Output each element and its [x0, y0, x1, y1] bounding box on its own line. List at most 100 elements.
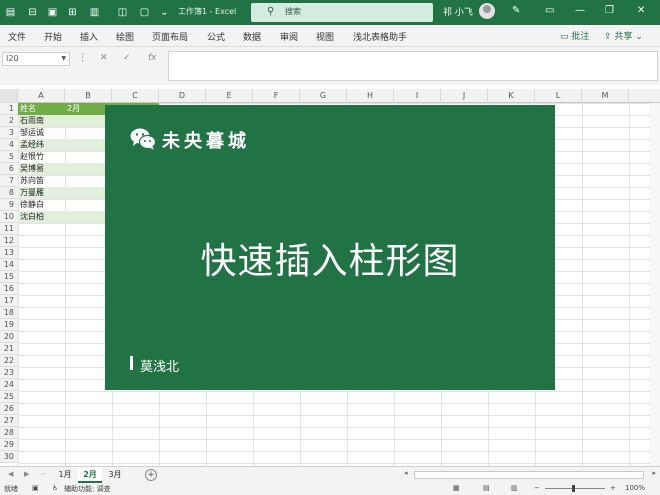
tab-addin[interactable]: 浅北表格助手 — [353, 30, 407, 43]
tab-file[interactable]: 文件 — [8, 30, 26, 43]
chevron-down-icon[interactable]: ▼ — [61, 53, 66, 65]
vertical-scrollbar[interactable] — [650, 103, 660, 466]
row-header-6[interactable]: 6 — [0, 163, 18, 175]
column-header-g[interactable]: G — [300, 89, 347, 103]
tab-home[interactable]: 开始 — [44, 30, 62, 43]
row-header-12[interactable]: 12 — [0, 235, 18, 247]
row-header-18[interactable]: 18 — [0, 307, 18, 319]
row-header-11[interactable]: 11 — [0, 223, 18, 235]
table-cell[interactable]: 孟经纬 — [18, 139, 65, 151]
column-header-c[interactable]: C — [112, 89, 159, 103]
row-header-25[interactable]: 25 — [0, 391, 18, 403]
row-header-9[interactable]: 9 — [0, 199, 18, 211]
table-cell[interactable]: 邹运诚 — [18, 127, 65, 139]
column-header-k[interactable]: K — [488, 89, 535, 103]
horizontal-scrollbar[interactable]: ◂ ▸ — [402, 469, 658, 480]
fx-icon[interactable]: fx — [148, 53, 157, 63]
row-header-26[interactable]: 26 — [0, 403, 18, 415]
tab-formulas[interactable]: 公式 — [207, 30, 225, 43]
sheet-tab-mar[interactable]: 3月 — [103, 467, 127, 483]
table-cell[interactable]: 万曼雁 — [18, 187, 65, 199]
row-header-13[interactable]: 13 — [0, 247, 18, 259]
prev-sheet-icon[interactable]: ◀ — [8, 470, 13, 478]
row-header-14[interactable]: 14 — [0, 259, 18, 271]
row-header-10[interactable]: 10 — [0, 211, 18, 223]
row-header-2[interactable]: 2 — [0, 115, 18, 127]
zoom-slider[interactable] — [545, 488, 605, 489]
scroll-thumb[interactable] — [414, 471, 644, 479]
page-break-view-icon[interactable]: ▥ — [511, 484, 518, 492]
sheet-tab-feb[interactable]: 2月 — [78, 467, 102, 483]
row-header-7[interactable]: 7 — [0, 175, 18, 187]
tab-insert[interactable]: 插入 — [80, 30, 98, 43]
formula-input[interactable] — [168, 51, 658, 81]
zoom-in-icon[interactable]: + — [610, 484, 616, 492]
row-header-22[interactable]: 22 — [0, 355, 18, 367]
column-header-m[interactable]: M — [582, 89, 629, 103]
row-header-19[interactable]: 19 — [0, 319, 18, 331]
table-header-cell[interactable]: 姓名 — [18, 103, 65, 115]
autosave-toggle[interactable]: ⊟ — [26, 6, 39, 19]
row-header-3[interactable]: 3 — [0, 127, 18, 139]
tab-draw[interactable]: 绘图 — [116, 30, 134, 43]
row-header-17[interactable]: 17 — [0, 295, 18, 307]
select-all-corner[interactable] — [0, 89, 18, 103]
accessibility-status[interactable]: 辅助功能: 调查 — [64, 484, 111, 494]
restore-icon[interactable]: ❐ — [605, 5, 614, 16]
zoom-level[interactable]: 100% — [625, 484, 645, 492]
row-header-28[interactable]: 28 — [0, 427, 18, 439]
column-header-f[interactable]: F — [253, 89, 300, 103]
row-header-4[interactable]: 4 — [0, 139, 18, 151]
minimize-icon[interactable]: — — [575, 5, 585, 16]
row-header-16[interactable]: 16 — [0, 283, 18, 295]
normal-view-icon[interactable]: ▦ — [453, 484, 460, 492]
grid-icon[interactable]: ⊞ — [66, 6, 79, 19]
user-name[interactable]: 祁 小飞 — [443, 5, 473, 18]
row-header-24[interactable]: 24 — [0, 379, 18, 391]
avatar[interactable] — [479, 3, 495, 19]
row-header-1[interactable]: 1 — [0, 103, 18, 115]
column-header-a[interactable]: A — [18, 89, 65, 103]
table-cell[interactable]: 吴博易 — [18, 163, 65, 175]
tab-data[interactable]: 数据 — [243, 30, 261, 43]
zoom-out-icon[interactable]: − — [534, 484, 540, 492]
scroll-right-icon[interactable]: ▸ — [652, 469, 656, 477]
add-sheet-button[interactable]: + — [145, 469, 157, 481]
pen-icon[interactable]: ✎ — [512, 5, 520, 16]
tab-page-layout[interactable]: 页面布局 — [152, 30, 188, 43]
share-button[interactable]: ⇪ 共享 ⌄ — [604, 29, 643, 42]
scroll-left-icon[interactable]: ◂ — [404, 469, 408, 477]
row-header-5[interactable]: 5 — [0, 151, 18, 163]
page-layout-view-icon[interactable]: ▤ — [483, 484, 490, 492]
table-cell[interactable]: 赵恨竹 — [18, 151, 65, 163]
enter-icon[interactable]: ✓ — [123, 53, 131, 63]
column-header-d[interactable]: D — [159, 89, 206, 103]
more-sheets-icon[interactable]: ⋯ — [40, 470, 47, 478]
table-cell[interactable]: 石雨南 — [18, 115, 65, 127]
macro-icon[interactable]: ▣ — [32, 484, 39, 492]
row-header-23[interactable]: 23 — [0, 367, 18, 379]
filter-icon[interactable]: ▢ — [138, 6, 151, 19]
row-header-15[interactable]: 15 — [0, 271, 18, 283]
column-header-e[interactable]: E — [206, 89, 253, 103]
zoom-slider-thumb[interactable] — [572, 485, 575, 492]
column-header-l[interactable]: L — [535, 89, 582, 103]
chart-icon[interactable]: ◫ — [116, 6, 129, 19]
save-icon[interactable]: ▣ — [46, 6, 59, 19]
next-sheet-icon[interactable]: ▶ — [24, 470, 29, 478]
tab-view[interactable]: 视图 — [316, 30, 334, 43]
row-header-21[interactable]: 21 — [0, 343, 18, 355]
more-options-icon[interactable]: ⋮ — [78, 53, 87, 63]
search-box[interactable]: ⚲ 搜索 — [251, 3, 433, 22]
name-box[interactable]: I20 ▼ — [2, 52, 70, 66]
format-icon[interactable]: ▥ — [88, 6, 101, 19]
row-header-30[interactable]: 30 — [0, 451, 18, 463]
close-icon[interactable]: ✕ — [637, 5, 645, 16]
table-cell[interactable]: 苏向笛 — [18, 175, 65, 187]
row-header-29[interactable]: 29 — [0, 439, 18, 451]
comments-button[interactable]: ▭ 批注 — [560, 29, 589, 42]
cancel-icon[interactable]: ✕ — [100, 53, 108, 63]
table-cell[interactable]: 徐静白 — [18, 199, 65, 211]
ribbon-display-icon[interactable]: ▭ — [545, 5, 554, 16]
column-header-h[interactable]: H — [347, 89, 394, 103]
